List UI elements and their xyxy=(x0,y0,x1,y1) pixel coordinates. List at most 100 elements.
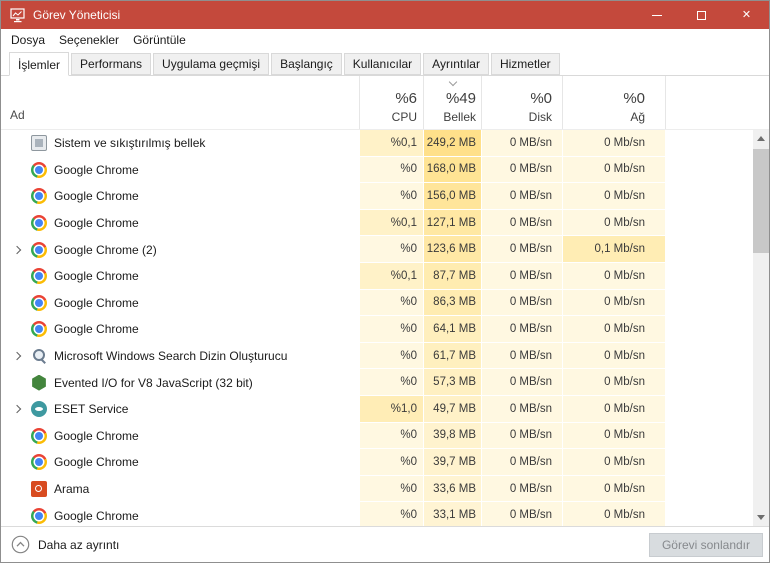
process-row[interactable]: Google Chrome %0 168,0 MB 0 MB/sn 0 Mb/s… xyxy=(1,156,769,184)
column-total-percent: %6 xyxy=(395,90,417,107)
scroll-up-button[interactable] xyxy=(753,130,769,147)
expand-chevron-icon[interactable] xyxy=(7,183,27,210)
process-row[interactable]: Google Chrome %0 39,8 MB 0 MB/sn 0 Mb/sn xyxy=(1,422,769,450)
cpu-cell: %0 xyxy=(359,342,423,370)
menu-item-sec-enekler[interactable]: Seçenekler xyxy=(52,31,126,49)
status-bar: Daha az ayrıntı Görevi sonlandır xyxy=(1,526,769,562)
expand-chevron-icon[interactable] xyxy=(7,130,27,157)
scroll-down-button[interactable] xyxy=(753,509,769,526)
memory-cell: 64,1 MB xyxy=(423,316,481,343)
menu-item-dosya[interactable]: Dosya xyxy=(4,31,52,49)
memory-cell: 61,7 MB xyxy=(423,342,481,370)
expand-chevron-icon[interactable] xyxy=(7,210,27,237)
end-task-button[interactable]: Görevi sonlandır xyxy=(648,532,763,557)
memory-cell: 39,8 MB xyxy=(423,422,481,450)
column-total-percent: %49 xyxy=(445,90,476,107)
tab-kullanicilar[interactable]: Kullanıcılar xyxy=(343,53,422,75)
column-header-cpu[interactable]: %6 CPU xyxy=(359,76,423,129)
column-header-net[interactable]: %0 Ağ xyxy=(562,76,665,129)
memory-cell: 86,3 MB xyxy=(423,289,481,317)
expand-chevron-icon[interactable] xyxy=(7,396,27,423)
process-name: Google Chrome xyxy=(54,322,139,337)
process-row[interactable]: ESET Service %1,0 49,7 MB 0 MB/sn 0 Mb/s… xyxy=(1,395,769,423)
cpu-cell: %0 xyxy=(359,316,423,343)
expand-chevron-icon[interactable] xyxy=(7,290,27,317)
expand-chevron-icon[interactable] xyxy=(7,157,27,184)
expand-chevron-icon[interactable] xyxy=(7,502,27,526)
tab-hizmetler[interactable]: Hizmetler xyxy=(490,53,560,75)
maximize-button[interactable] xyxy=(679,1,724,29)
process-row[interactable]: Google Chrome %0 39,7 MB 0 MB/sn 0 Mb/sn xyxy=(1,449,769,476)
process-row[interactable]: Google Chrome %0 64,1 MB 0 MB/sn 0 Mb/sn xyxy=(1,316,769,343)
search-indexer-icon xyxy=(31,348,47,364)
disk-cell: 0 MB/sn xyxy=(481,209,562,237)
cpu-cell: %0 xyxy=(359,156,423,184)
expand-chevron-icon[interactable] xyxy=(7,369,27,396)
minimize-button[interactable] xyxy=(634,1,679,29)
scrollbar-thumb[interactable] xyxy=(753,149,769,253)
process-row[interactable]: Google Chrome %0 156,0 MB 0 MB/sn 0 Mb/s… xyxy=(1,183,769,210)
disk-cell: 0 MB/sn xyxy=(481,475,562,503)
process-name: Google Chrome xyxy=(54,295,139,310)
network-cell: 0 Mb/sn xyxy=(562,183,665,210)
process-name: Google Chrome xyxy=(54,455,139,470)
column-total-percent: %0 xyxy=(530,90,552,107)
disk-cell: 0 MB/sn xyxy=(481,130,562,157)
cpu-cell: %0,1 xyxy=(359,130,423,157)
process-name: Google Chrome xyxy=(54,428,139,443)
process-row[interactable]: Evented I/O for V8 JavaScript (32 bit) %… xyxy=(1,369,769,396)
process-row[interactable]: Google Chrome %0 33,1 MB 0 MB/sn 0 Mb/sn xyxy=(1,502,769,526)
expand-chevron-icon[interactable] xyxy=(7,316,27,343)
process-row[interactable]: Microsoft Windows Search Dizin Oluşturuc… xyxy=(1,342,769,370)
tab-ayrintilar[interactable]: Ayrıntılar xyxy=(423,53,489,75)
memory-cell: 156,0 MB xyxy=(423,183,481,210)
memory-cell: 39,7 MB xyxy=(423,449,481,476)
cpu-cell: %0 xyxy=(359,422,423,450)
close-button[interactable]: ✕ xyxy=(724,1,769,29)
expand-chevron-icon[interactable] xyxy=(7,343,27,370)
memory-cell: 249,2 MB xyxy=(423,130,481,157)
cpu-cell: %0 xyxy=(359,236,423,263)
disk-cell: 0 MB/sn xyxy=(481,502,562,526)
column-header-mem[interactable]: %49 Bellek xyxy=(423,76,481,129)
window-title: Görev Yöneticisi xyxy=(33,8,121,22)
network-cell: 0 Mb/sn xyxy=(562,289,665,317)
name-column-header[interactable]: Ad xyxy=(1,76,359,129)
process-name: Google Chrome xyxy=(54,189,139,204)
expand-chevron-icon[interactable] xyxy=(7,423,27,450)
process-row[interactable]: Arama %0 33,6 MB 0 MB/sn 0 Mb/sn xyxy=(1,475,769,503)
process-name: Arama xyxy=(54,482,90,497)
disk-cell: 0 MB/sn xyxy=(481,449,562,476)
expand-chevron-icon[interactable] xyxy=(7,263,27,290)
column-header-disk[interactable]: %0 Disk xyxy=(481,76,562,129)
tab-uygulama-gec-mis-i[interactable]: Uygulama geçmişi xyxy=(153,53,270,75)
tab-i-s-lemler[interactable]: İşlemler xyxy=(9,52,70,76)
cpu-cell: %0 xyxy=(359,475,423,503)
tab-performans[interactable]: Performans xyxy=(71,53,152,75)
chrome-icon xyxy=(31,321,47,338)
network-cell: 0 Mb/sn xyxy=(562,395,665,423)
process-row[interactable]: Google Chrome (2) %0 123,6 MB 0 MB/sn 0,… xyxy=(1,236,769,263)
cpu-cell: %0 xyxy=(359,289,423,317)
menu-item-go-ru-ntu-le[interactable]: Görüntüle xyxy=(126,31,193,49)
chevron-up-circle-icon xyxy=(11,535,30,554)
process-name: Evented I/O for V8 JavaScript (32 bit) xyxy=(54,375,253,390)
process-row[interactable]: Google Chrome %0,1 87,7 MB 0 MB/sn 0 Mb/… xyxy=(1,262,769,290)
fewer-details-label: Daha az ayrıntı xyxy=(38,537,120,552)
memory-cell: 33,6 MB xyxy=(423,475,481,503)
vertical-scrollbar[interactable] xyxy=(753,130,769,526)
process-row[interactable]: Sistem ve sıkıştırılmış bellek %0,1 249,… xyxy=(1,130,769,157)
column-title: Bellek xyxy=(443,110,476,124)
expand-chevron-icon[interactable] xyxy=(7,236,27,263)
fewer-details-toggle[interactable]: Daha az ayrıntı xyxy=(11,535,119,554)
disk-cell: 0 MB/sn xyxy=(481,183,562,210)
expand-chevron-icon[interactable] xyxy=(7,476,27,503)
cpu-cell: %0 xyxy=(359,502,423,526)
expand-chevron-icon[interactable] xyxy=(7,449,27,476)
tab-bas-langic[interactable]: Başlangıç xyxy=(271,53,342,75)
process-row[interactable]: Google Chrome %0 86,3 MB 0 MB/sn 0 Mb/sn xyxy=(1,289,769,317)
column-title: Disk xyxy=(528,110,552,124)
process-row[interactable]: Google Chrome %0,1 127,1 MB 0 MB/sn 0 Mb… xyxy=(1,209,769,237)
column-headers: %6 CPU %49 Bellek %0 Disk %0 Ağ xyxy=(359,76,665,129)
triangle-up-icon xyxy=(757,136,765,141)
